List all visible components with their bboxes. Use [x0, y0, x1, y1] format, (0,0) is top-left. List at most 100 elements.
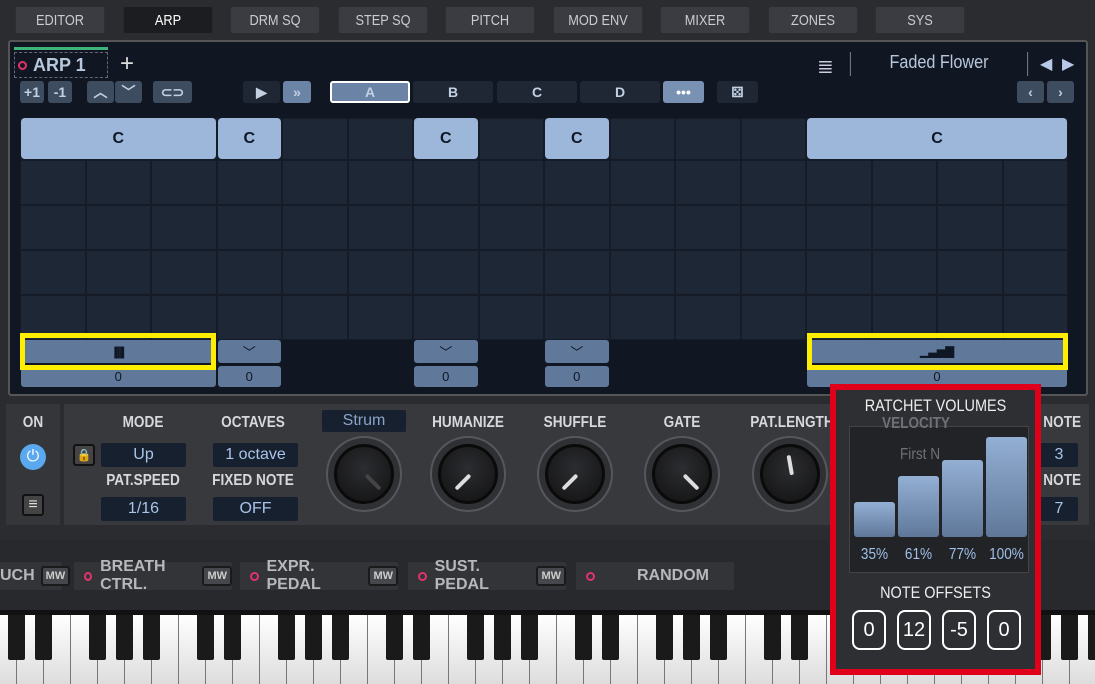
note-block[interactable]: C: [21, 118, 216, 159]
transpose-down-button[interactable]: -1: [48, 81, 72, 103]
pattern-a[interactable]: A: [330, 81, 410, 103]
note-offset-value[interactable]: 0: [545, 366, 609, 387]
grid-cell[interactable]: [544, 160, 610, 205]
grid-cell[interactable]: [216, 295, 282, 340]
ratchet-volume-bar[interactable]: [854, 502, 895, 537]
black-key[interactable]: [332, 615, 349, 660]
black-key[interactable]: [305, 615, 322, 660]
tab-sys[interactable]: SYS: [875, 7, 965, 33]
note-value-2[interactable]: 7: [1040, 497, 1078, 521]
grid-cell[interactable]: [675, 205, 741, 250]
octaves-select[interactable]: 1 octave: [213, 443, 298, 467]
transpose-up-button[interactable]: +1: [20, 81, 44, 103]
black-key[interactable]: [89, 615, 106, 660]
black-key[interactable]: [710, 615, 727, 660]
grid-cell[interactable]: [20, 205, 86, 250]
grid-cell[interactable]: [1002, 250, 1068, 295]
note-block[interactable]: C: [545, 118, 609, 159]
grid-cell[interactable]: [478, 250, 544, 295]
grid-cell[interactable]: [216, 250, 282, 295]
note-block[interactable]: C: [807, 118, 1067, 159]
humanize-knob[interactable]: [438, 444, 498, 504]
grid-cell[interactable]: [740, 118, 806, 160]
black-key[interactable]: [467, 615, 484, 660]
grid-cell[interactable]: [609, 295, 675, 340]
grid-cell[interactable]: [216, 205, 282, 250]
grid-cell[interactable]: [282, 250, 348, 295]
chevron-down-icon[interactable]: ﹀: [217, 340, 281, 363]
chevron-right-icon[interactable]: ›: [1047, 81, 1074, 103]
tab-drm-sq[interactable]: DRM SQ: [230, 7, 320, 33]
follow-icon[interactable]: »: [283, 81, 311, 103]
note-offset-box[interactable]: 0: [987, 610, 1021, 650]
grid-cell[interactable]: [478, 160, 544, 205]
play-icon[interactable]: ▶: [243, 81, 280, 103]
patlength-knob[interactable]: [760, 444, 820, 504]
grid-cell[interactable]: [151, 160, 217, 205]
mw-button[interactable]: MW: [368, 566, 398, 586]
shuffle-knob[interactable]: [545, 444, 605, 504]
grid-cell[interactable]: [609, 205, 675, 250]
grid-cell[interactable]: [478, 295, 544, 340]
pattern-d[interactable]: D: [580, 81, 660, 103]
grid-cell[interactable]: [413, 160, 479, 205]
note-offset-box[interactable]: 12: [897, 610, 931, 650]
grid-cell[interactable]: [85, 250, 151, 295]
note-offset-box[interactable]: -5: [942, 610, 976, 650]
black-key[interactable]: [386, 615, 403, 660]
chevron-down-icon[interactable]: ﹀: [115, 81, 142, 103]
link-icon[interactable]: ⊂⊃: [153, 81, 192, 103]
gate-knob[interactable]: [652, 444, 712, 504]
mw-button[interactable]: MW: [536, 566, 566, 586]
grid-cell[interactable]: [478, 205, 544, 250]
grid-cell[interactable]: [871, 250, 937, 295]
black-key[interactable]: [197, 615, 214, 660]
grid-cell[interactable]: [544, 295, 610, 340]
mod-source[interactable]: EXPR. PEDAL MW: [240, 558, 398, 593]
grid-cell[interactable]: [609, 250, 675, 295]
black-key[interactable]: [278, 615, 295, 660]
tab-step-sq[interactable]: STEP SQ: [338, 7, 427, 33]
tab-editor[interactable]: EDITOR: [15, 7, 105, 33]
grid-cell[interactable]: [675, 250, 741, 295]
note-block[interactable]: C: [414, 118, 478, 159]
patspeed-select[interactable]: 1/16: [101, 497, 186, 521]
black-key[interactable]: [116, 615, 133, 660]
grid-cell[interactable]: [413, 250, 479, 295]
grid-cell[interactable]: [20, 250, 86, 295]
black-key[interactable]: [683, 615, 700, 660]
grid-cell[interactable]: [937, 160, 1003, 205]
grid-cell[interactable]: [937, 250, 1003, 295]
black-key[interactable]: [602, 615, 619, 660]
grid-cell[interactable]: [544, 205, 610, 250]
mw-button[interactable]: MW: [40, 566, 71, 586]
fixed-note-select[interactable]: OFF: [213, 497, 298, 521]
pattern-c[interactable]: C: [497, 81, 577, 103]
add-arp-button[interactable]: +: [120, 50, 134, 78]
mod-source[interactable]: UCH MW: [0, 562, 71, 590]
mod-source[interactable]: SUST. PEDAL MW: [408, 558, 566, 593]
next-preset-icon[interactable]: ▶: [1062, 54, 1074, 74]
grid-cell[interactable]: [871, 205, 937, 250]
note-offset-value[interactable]: 0: [414, 366, 478, 387]
black-key[interactable]: [35, 615, 52, 660]
dice-icon[interactable]: ⚄: [717, 81, 758, 103]
grid-cell[interactable]: [347, 205, 413, 250]
black-key[interactable]: [521, 615, 538, 660]
ratchet-volume-bar[interactable]: [986, 437, 1027, 537]
note-block[interactable]: C: [217, 118, 281, 159]
black-key[interactable]: [413, 615, 430, 660]
grid-cell[interactable]: [740, 295, 806, 340]
grid-cell[interactable]: [1002, 160, 1068, 205]
grid-cell[interactable]: [609, 160, 675, 205]
grid-cell[interactable]: [675, 118, 741, 160]
chevron-left-icon[interactable]: ‹: [1017, 81, 1044, 103]
grid-cell[interactable]: [282, 205, 348, 250]
grid-cell[interactable]: [937, 205, 1003, 250]
grid-cell[interactable]: [740, 205, 806, 250]
black-key[interactable]: [8, 615, 25, 660]
grid-cell[interactable]: [544, 250, 610, 295]
black-key[interactable]: [494, 615, 511, 660]
grid-cell[interactable]: [871, 160, 937, 205]
strum-label[interactable]: Strum: [322, 410, 406, 432]
